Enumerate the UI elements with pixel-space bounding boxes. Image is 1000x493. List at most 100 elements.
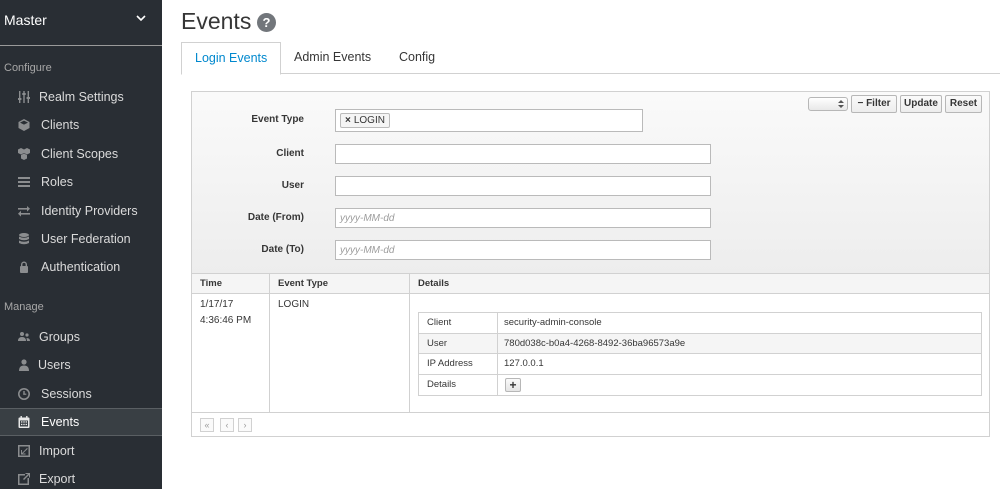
cube-icon <box>17 118 31 132</box>
help-icon[interactable]: ? <box>257 13 276 32</box>
sidebar-item-roles[interactable]: Roles <box>0 168 162 196</box>
sidebar-item-events[interactable]: Events <box>0 408 162 436</box>
column-divider <box>497 313 498 333</box>
column-divider <box>497 374 498 395</box>
date-from-label: Date (From) <box>247 212 304 223</box>
user-icon <box>17 358 31 372</box>
user-input[interactable] <box>335 176 711 196</box>
tab-admin-events[interactable]: Admin Events <box>281 42 384 74</box>
sidebar-item-identity-providers[interactable]: Identity Providers <box>0 197 162 225</box>
event-type-value: LOGIN <box>278 299 310 310</box>
tab-bar: Login Events Admin Events Config <box>181 42 1000 75</box>
details-key: Details <box>427 378 457 390</box>
sidebar-item-users[interactable]: Users <box>0 351 162 379</box>
event-type-tag-label: LOGIN <box>353 115 385 126</box>
sidebar-item-label: Authentication <box>41 260 121 274</box>
sidebar-item-sessions[interactable]: Sessions <box>0 380 162 408</box>
column-header-time: Time <box>200 278 223 289</box>
realm-selector[interactable]: Master <box>0 0 162 46</box>
clock-icon <box>17 387 31 401</box>
pagination: « ‹ › <box>192 412 989 436</box>
tab-login-events[interactable]: Login Events <box>181 42 282 75</box>
column-divider <box>269 274 270 412</box>
event-type-tag[interactable]: × LOGIN <box>340 113 390 128</box>
update-button[interactable]: Update <box>900 95 942 113</box>
details-key: IP Address <box>427 358 473 369</box>
sidebar-item-label: Clients <box>41 118 80 132</box>
column-header-details: Details <box>418 278 450 289</box>
column-divider <box>497 354 498 374</box>
details-value: 780d038c-b0a4-4268-8492-36ba96573a9e <box>504 337 686 349</box>
events-panel: − Filter Update Reset Event Type × LOGIN … <box>191 91 990 437</box>
sidebar-item-label: Sessions <box>41 387 92 401</box>
sidebar: Master Configure Realm Settings Clients … <box>0 0 162 489</box>
filter-button-label: Filter <box>866 98 891 109</box>
details-key: User <box>427 337 448 349</box>
column-divider <box>497 333 498 353</box>
filter-form: − Filter Update Reset Event Type × LOGIN … <box>192 92 989 274</box>
event-type-input[interactable]: × LOGIN <box>335 109 643 132</box>
date-to-input[interactable]: yyyy-MM-dd <box>335 240 711 260</box>
date-from-input[interactable]: yyyy-MM-dd <box>335 208 711 228</box>
page-size-select[interactable] <box>808 97 848 111</box>
sidebar-item-label: Users <box>38 358 71 372</box>
client-label: Client <box>276 148 304 159</box>
sidebar-item-authentication[interactable]: Authentication <box>0 253 162 281</box>
event-time: 1/17/17 4:36:46 PM <box>200 297 251 329</box>
details-value: 127.0.0.1 <box>504 358 544 369</box>
sidebar-item-label: Import <box>39 444 75 458</box>
sidebar-item-label: Groups <box>39 330 80 344</box>
column-header-event-type: Event Type <box>278 278 328 289</box>
tab-config[interactable]: Config <box>386 42 448 74</box>
sidebar-item-clients[interactable]: Clients <box>0 111 162 139</box>
sidebar-item-label: Identity Providers <box>41 204 138 218</box>
cubes-icon <box>17 147 31 161</box>
event-details-table: Client security-admin-console User 780d0… <box>418 312 982 396</box>
details-row: Details + <box>419 374 981 395</box>
expand-details-button[interactable]: + <box>505 377 521 392</box>
lock-icon <box>17 260 31 274</box>
sliders-icon <box>17 90 31 104</box>
details-row: User 780d038c-b0a4-4268-8492-36ba96573a9… <box>419 333 981 354</box>
users-icon <box>17 330 31 344</box>
sidebar-item-label: User Federation <box>41 232 131 246</box>
client-input[interactable] <box>335 144 711 164</box>
manage-section-title: Manage <box>4 301 44 313</box>
column-divider <box>409 274 410 412</box>
user-label: User <box>281 180 304 191</box>
event-clock: 4:36:46 PM <box>200 315 252 326</box>
exchange-icon <box>17 204 31 218</box>
details-row: IP Address 127.0.0.1 <box>419 354 981 375</box>
sidebar-item-label: Realm Settings <box>39 90 124 104</box>
export-icon <box>17 472 31 486</box>
import-icon <box>17 444 31 458</box>
sidebar-item-client-scopes[interactable]: Client Scopes <box>0 140 162 168</box>
event-type-label: Event Type <box>251 114 304 125</box>
minus-icon: − <box>857 98 864 109</box>
table-header: Time Event Type Details <box>192 274 989 294</box>
sidebar-item-label: Events <box>41 415 80 429</box>
next-page-button[interactable]: › <box>238 418 252 432</box>
remove-tag-icon[interactable]: × <box>345 115 351 126</box>
configure-section-title: Configure <box>4 62 52 74</box>
event-date: 1/17/17 <box>200 299 234 310</box>
page-title: Events <box>181 8 252 34</box>
database-icon <box>17 232 31 246</box>
previous-page-button[interactable]: ‹ <box>220 418 234 432</box>
realm-name: Master <box>4 12 47 28</box>
details-key: Client <box>427 317 452 328</box>
first-page-button[interactable]: « <box>200 418 214 432</box>
reset-button[interactable]: Reset <box>945 95 982 113</box>
sidebar-item-groups[interactable]: Groups <box>0 323 162 351</box>
filter-button[interactable]: − Filter <box>851 95 897 113</box>
sidebar-item-import[interactable]: Import <box>0 437 162 465</box>
sidebar-item-label: Export <box>39 472 76 486</box>
chevron-down-icon <box>136 15 146 22</box>
list-icon <box>17 175 31 189</box>
details-value: security-admin-console <box>504 317 602 328</box>
date-to-label: Date (To) <box>261 244 304 255</box>
sidebar-item-realm-settings[interactable]: Realm Settings <box>0 83 162 111</box>
sort-arrows-icon <box>838 100 844 108</box>
sidebar-item-label: Roles <box>41 175 73 189</box>
sidebar-item-user-federation[interactable]: User Federation <box>0 225 162 253</box>
